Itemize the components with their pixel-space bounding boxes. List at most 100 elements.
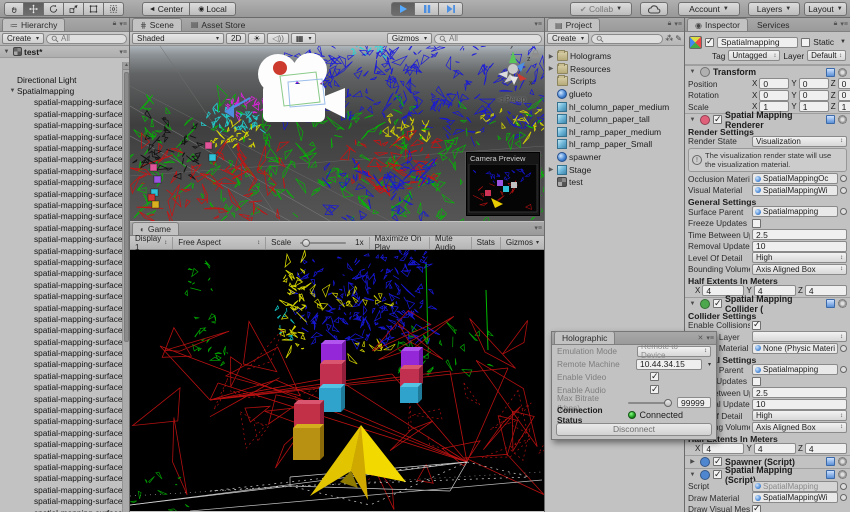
foldout-icon[interactable]: ▼ [2, 49, 11, 55]
dropdown-field[interactable]: High ↕ [752, 410, 847, 422]
rotate-tool-icon[interactable] [44, 2, 64, 16]
project-item[interactable]: Scripts [547, 75, 682, 88]
maximize-on-play-toggle[interactable]: Maximize On Play [368, 234, 430, 252]
checkbox[interactable] [752, 503, 761, 512]
lock-icon[interactable]: 🔒︎ [113, 20, 117, 28]
object-picker-icon[interactable] [840, 482, 847, 490]
help-icon[interactable] [826, 115, 835, 124]
chevron-down-icon[interactable]: ▾ [708, 361, 711, 368]
object-picker-icon[interactable] [840, 366, 847, 374]
vector-x-field[interactable]: 4 [702, 443, 745, 455]
scene-viewport[interactable]: y z x ◅ Persp Camera Preview [130, 46, 544, 221]
tab-project[interactable]: ▤ Project [547, 18, 601, 31]
scene-menu-icon[interactable]: ▾≡ [119, 48, 127, 56]
pivot-button[interactable]: ◄ Center [142, 2, 190, 16]
dropdown-field[interactable]: ↕ [752, 331, 847, 343]
hierarchy-item[interactable]: spatial-mapping-surface0_ [0, 142, 122, 153]
project-item[interactable]: ▶ Holograms [547, 50, 682, 63]
dropdown-field[interactable]: Axis Aligned Box ↕ [752, 263, 847, 275]
project-item[interactable]: ▶ Resources [547, 62, 682, 76]
lighting-toggle-icon[interactable]: ☀ [248, 33, 266, 44]
lock-icon[interactable]: 🔒︎ [668, 20, 672, 28]
hierarchy-item[interactable]: spatial-mapping-surface0_ [0, 245, 122, 256]
dropdown-field[interactable]: Remote to Device ↕ [637, 342, 711, 360]
vector-y-field[interactable]: 0 [798, 78, 829, 90]
panel-menu-icon[interactable]: ▾≡ [119, 20, 127, 28]
object-field[interactable]: Spatialmapping [752, 364, 838, 376]
account-button[interactable]: Account ▼ [678, 2, 740, 16]
help-icon[interactable] [826, 67, 835, 77]
vector-z-field[interactable]: 4 [804, 443, 847, 455]
hierarchy-item[interactable]: spatial-mapping-surface0_ [0, 188, 122, 199]
static-dropdown-icon[interactable]: ▼ [840, 39, 846, 45]
hierarchy-item[interactable]: spatial-mapping-surface1_ [0, 495, 122, 506]
layout-button[interactable]: Layout ▼ [804, 2, 847, 16]
step-button[interactable] [439, 2, 463, 16]
hierarchy-item[interactable]: spatial-mapping-surface1_ [0, 450, 122, 461]
project-item[interactable]: hl_ramp_paper_Small [547, 138, 682, 151]
aspect-dropdown[interactable]: Free Aspect ↕ [173, 236, 267, 249]
pause-button[interactable] [415, 2, 439, 16]
effects-dropdown-icon[interactable]: ▦ ▾ [290, 33, 317, 44]
stats-toggle[interactable]: Stats [472, 236, 501, 249]
component-header[interactable]: ▼Spatial Mapping Collider ( [685, 294, 850, 314]
transform-tool-icon[interactable] [104, 2, 124, 16]
hierarchy-item[interactable]: spatial-mapping-surface0_ [0, 325, 122, 336]
text-field[interactable]: 2.5 [752, 229, 847, 241]
help-icon[interactable] [826, 470, 835, 479]
tab-inspector[interactable]: ◉ Inspector [687, 18, 748, 31]
hierarchy-item[interactable]: spatial-mapping-surface0_ [0, 290, 122, 301]
dropdown-field[interactable]: Axis Aligned Box ↕ [752, 421, 847, 433]
panel-menu-icon[interactable]: ▾≡ [674, 20, 682, 28]
lock-icon[interactable]: 🔒︎ [834, 20, 838, 28]
audio-toggle-icon[interactable]: ◁)) [267, 33, 289, 44]
hierarchy-item[interactable]: spatial-mapping-surface1_ [0, 382, 122, 393]
foldout-icon[interactable]: ▶ [688, 458, 697, 465]
gameobject-name-field[interactable]: Spatialmapping [717, 36, 799, 48]
object-field[interactable]: SpatialMappingOc [752, 173, 838, 185]
hierarchy-item[interactable]: spatial-mapping-surface0_ [0, 165, 122, 176]
space-button[interactable]: ◉ Local [190, 2, 236, 16]
hierarchy-item[interactable]: spatial-mapping-surface0_ [0, 131, 122, 142]
hierarchy-item[interactable]: spatial-mapping-surface1_ [0, 404, 122, 415]
gear-icon[interactable] [838, 470, 847, 479]
scene-search-input[interactable]: All [434, 33, 542, 44]
hierarchy-item[interactable]: spatial-mapping-surface1_ [0, 484, 122, 495]
hierarchy-item[interactable]: spatial-mapping-surface0_ [0, 347, 122, 358]
hierarchy-item[interactable]: spatial-mapping-surface1_ [0, 416, 122, 427]
bitrate-slider[interactable] [628, 398, 672, 407]
project-item[interactable]: glueto [547, 88, 682, 101]
move-tool-icon[interactable] [24, 2, 44, 16]
hierarchy-item[interactable]: spatial-mapping-surface1_ [0, 507, 122, 512]
object-picker-icon[interactable] [840, 186, 847, 194]
vector-z-field[interactable]: 0 [837, 78, 850, 90]
mute-audio-toggle[interactable]: Mute Audio [430, 234, 472, 252]
tab-asset-store[interactable]: ▤ Asset Store [184, 18, 253, 31]
component-enabled-checkbox[interactable] [713, 469, 722, 480]
foldout-icon[interactable]: ▼ [8, 88, 17, 94]
object-field[interactable]: Spatialmapping [752, 206, 838, 218]
scale-tool-icon[interactable] [64, 2, 84, 16]
2d-toggle[interactable]: 2D [226, 33, 247, 44]
component-enabled-checkbox[interactable] [713, 456, 722, 467]
vector-y-field[interactable]: 0 [798, 89, 829, 101]
component-header[interactable]: ▼Spatial Mapping (Script) [685, 465, 850, 485]
hierarchy-item[interactable]: spatial-mapping-surface0_ [0, 302, 122, 313]
gizmos-dropdown[interactable]: Gizmos ▾ [386, 33, 432, 44]
object-picker-icon[interactable] [840, 344, 847, 352]
panel-menu-icon[interactable]: ▾≡ [840, 20, 848, 28]
text-field[interactable]: 10.44.34.15 [635, 358, 702, 370]
panel-menu-icon[interactable]: ▾≡ [534, 224, 542, 232]
checkbox[interactable] [752, 319, 761, 330]
help-icon[interactable] [826, 457, 835, 466]
hierarchy-item[interactable]: spatial-mapping-surface0_ [0, 256, 122, 267]
display-dropdown[interactable]: Display 1 ↕ [130, 234, 174, 252]
text-field[interactable]: 10 [752, 398, 847, 410]
hierarchy-item[interactable]: spatial-mapping-surface0_ [0, 108, 122, 119]
project-item[interactable]: ▶ Stage [547, 163, 682, 176]
project-item[interactable]: hl_column_paper_medium [547, 100, 682, 113]
vector-y-field[interactable]: 4 [753, 443, 796, 455]
dropdown-field[interactable]: Visualization ↕ [752, 135, 847, 147]
layers-button[interactable]: Layers ▼ [748, 2, 800, 16]
component-header[interactable]: ▼ Transform [685, 65, 850, 78]
